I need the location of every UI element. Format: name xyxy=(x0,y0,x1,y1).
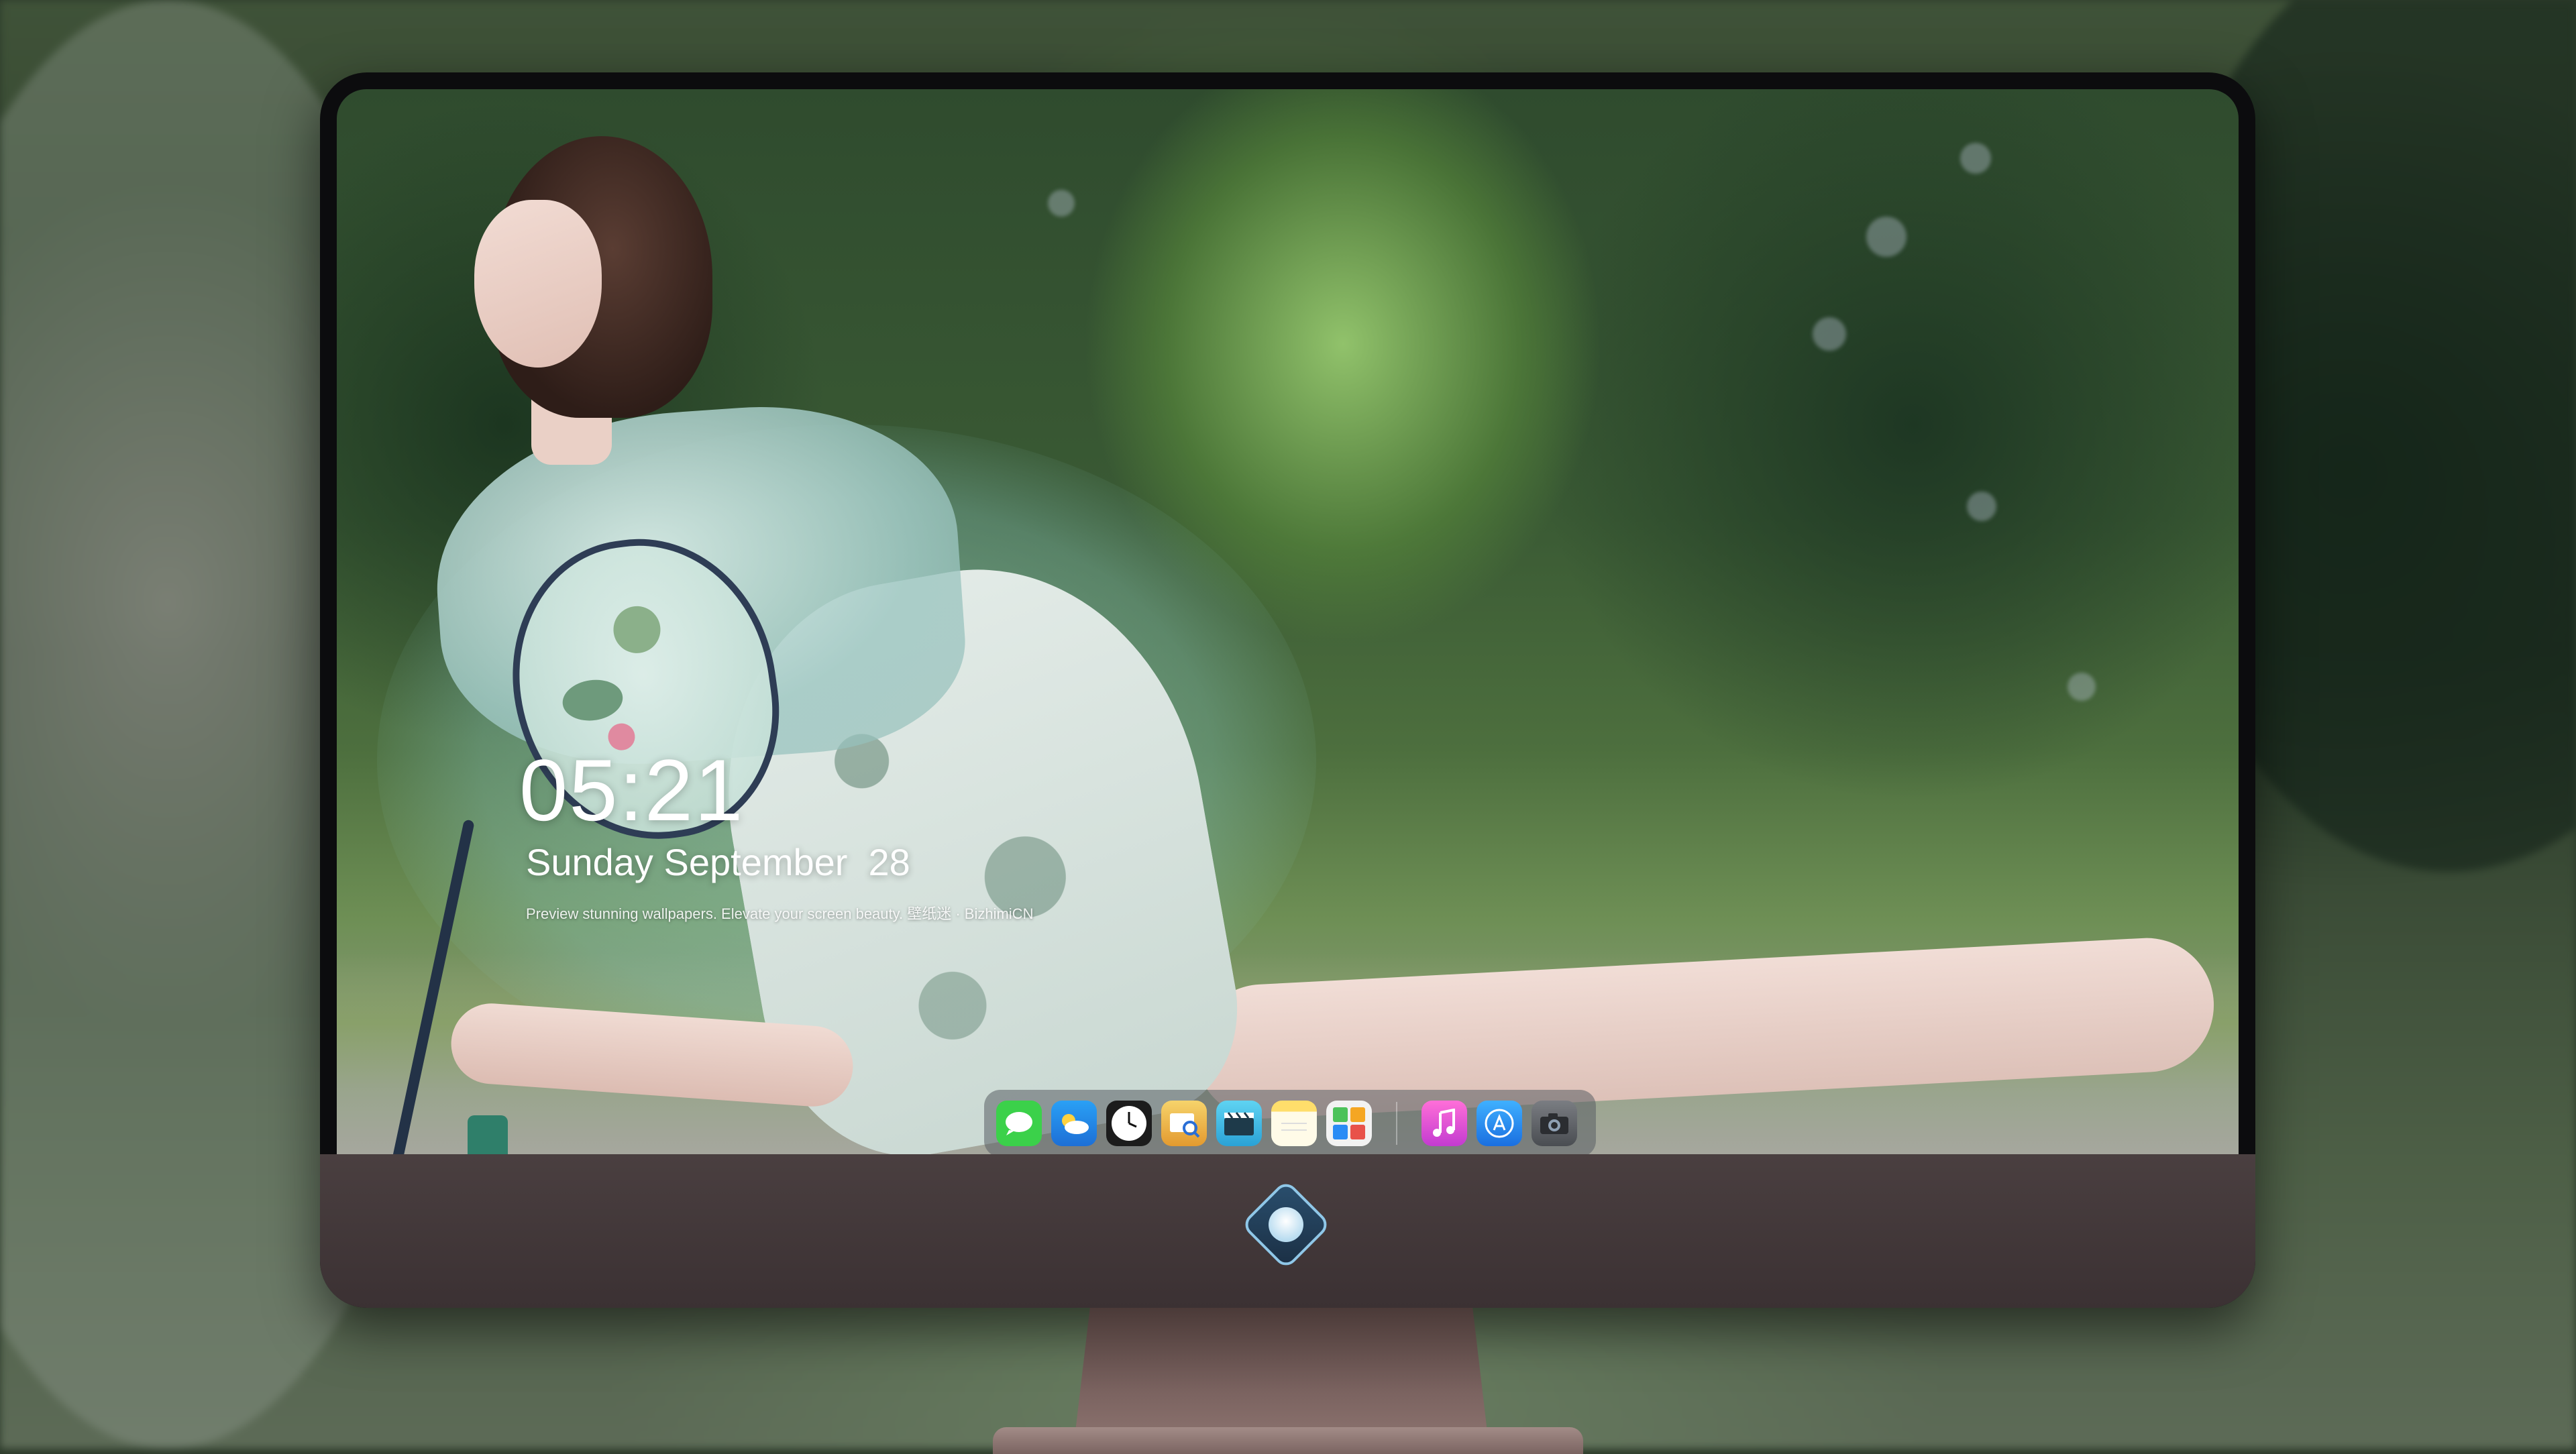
lock-clock: 05:21 xyxy=(519,741,745,839)
logo-mascot-icon xyxy=(1269,1207,1303,1242)
music-icon[interactable] xyxy=(1421,1101,1467,1146)
dock xyxy=(984,1090,1596,1154)
messages-icon[interactable] xyxy=(996,1101,1042,1146)
clips-icon[interactable] xyxy=(1216,1101,1262,1146)
monitor-logo-icon xyxy=(1240,1179,1332,1270)
dock-separator xyxy=(1396,1102,1397,1145)
calendar-icon[interactable] xyxy=(1326,1101,1372,1146)
notes-icon[interactable] xyxy=(1271,1101,1317,1146)
monitor-frame: 05:21 Sunday September 28 Preview stunni… xyxy=(320,72,2255,1308)
wallpaper-figure xyxy=(337,89,2239,1154)
clock-icon[interactable] xyxy=(1106,1101,1152,1146)
lock-date: Sunday September 28 xyxy=(526,841,910,883)
fan-leaf xyxy=(559,676,626,725)
monitor-chin xyxy=(320,1154,2255,1308)
app-store-icon[interactable] xyxy=(1477,1101,1522,1146)
fan-tassel xyxy=(468,1115,508,1154)
fan-leaf xyxy=(610,603,664,657)
lock-screen[interactable]: 05:21 Sunday September 28 Preview stunni… xyxy=(337,89,2239,1154)
weather-icon[interactable] xyxy=(1051,1101,1097,1146)
preview-icon[interactable] xyxy=(1161,1101,1207,1146)
figure-face xyxy=(474,200,602,368)
lock-tagline: Preview stunning wallpapers. Elevate you… xyxy=(526,905,1034,922)
monitor-stand-base xyxy=(993,1427,1583,1454)
camera-icon[interactable] xyxy=(1532,1101,1577,1146)
